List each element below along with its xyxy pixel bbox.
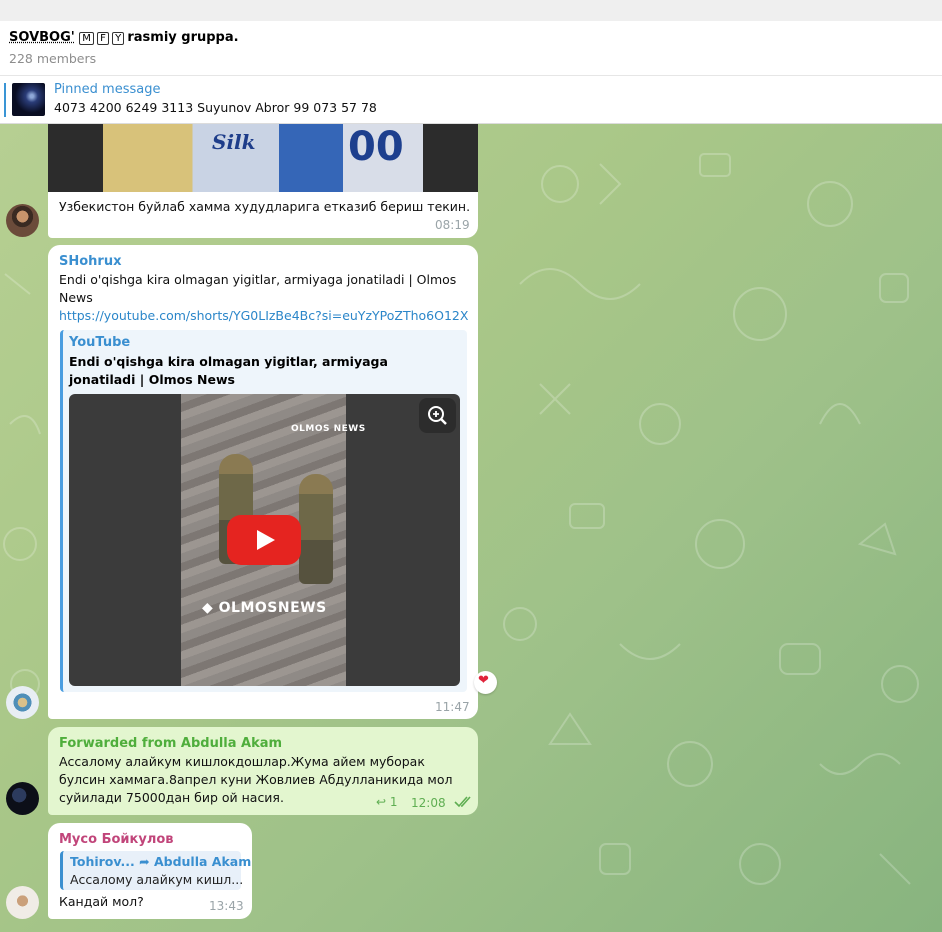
video-watermark: ◆ OLMOSNEWS xyxy=(202,600,327,616)
zoom-in-icon[interactable] xyxy=(419,398,456,433)
chat-header[interactable]: SOVBOG' M F Y rasmiy gruppa. 228 members xyxy=(0,21,942,76)
message-time: 08:19 xyxy=(435,218,470,232)
message-text: Endi o'qishga kira olmagan yigitlar, arm… xyxy=(59,272,457,305)
message-text: Ассалому алайкум кишлокдошлар.Жума айем … xyxy=(59,754,453,805)
reply-count[interactable]: ↩ 1 xyxy=(376,795,398,809)
message-time: 12:08 xyxy=(411,796,446,810)
pinned-text: 4073 4200 6249 3113 Suyunov Abror 99 073… xyxy=(54,100,377,115)
play-button[interactable] xyxy=(227,515,301,565)
message-time: 13:43 xyxy=(209,899,244,913)
message-time: 11:47 xyxy=(435,700,470,714)
video-watermark-small: OLMOS NEWS xyxy=(291,424,366,434)
diamond-icon: ◆ xyxy=(202,600,219,616)
video-figure xyxy=(299,474,333,584)
pinned-indicator xyxy=(4,83,6,117)
reply-header: Tohirov... ➦ Abdulla Akam xyxy=(70,854,252,869)
heart-reaction[interactable]: ❤ xyxy=(474,671,497,694)
reply-arrow-icon: ↩ xyxy=(376,795,387,809)
message-text: Кандай мол? xyxy=(59,894,144,909)
pinned-message-bar[interactable]: Pinned message 4073 4200 6249 3113 Suyun… xyxy=(0,76,942,124)
preview-title: Endi o'qishga kira olmagan yigitlar, arm… xyxy=(69,354,388,387)
forward-arrow-icon: ➦ xyxy=(139,854,150,869)
sender-avatar[interactable] xyxy=(6,782,39,815)
member-count: 228 members xyxy=(9,51,97,66)
photo-brand-label: Silk xyxy=(212,130,256,154)
preview-site: YouTube xyxy=(69,335,131,350)
pinned-thumbnail xyxy=(12,83,45,116)
double-check-icon xyxy=(454,795,474,813)
link-preview[interactable]: YouTube Endi o'qishga kira olmagan yigit… xyxy=(60,330,467,692)
photo-decor: 00 xyxy=(348,124,404,170)
chat-title-badges: M F Y xyxy=(79,32,127,45)
sender-avatar[interactable] xyxy=(6,686,39,719)
sender-name[interactable]: SHohrux xyxy=(59,254,121,269)
window-top-strip xyxy=(0,0,942,21)
message-link[interactable]: https://youtube.com/shorts/YG0LIzBe4Bc?s… xyxy=(59,307,468,325)
forwarded-header[interactable]: Forwarded from Abdulla Akam xyxy=(59,736,282,751)
chat-title[interactable]: SOVBOG' M F Y rasmiy gruppa. xyxy=(9,30,239,45)
chat-title-suffix: rasmiy gruppa. xyxy=(127,30,239,45)
sender-avatar[interactable] xyxy=(6,886,39,919)
sender-name[interactable]: Мусо Бойкулов xyxy=(59,832,174,847)
sender-avatar[interactable] xyxy=(6,204,39,237)
video-thumbnail[interactable]: OLMOS NEWS ◆ OLMOSNEWS xyxy=(69,394,460,686)
pinned-label: Pinned message xyxy=(54,82,161,97)
chat-title-name: SOVBOG' xyxy=(9,30,75,45)
message-text: Узбекистон буйлаб хамма худудларига етка… xyxy=(59,199,471,214)
message-photo[interactable]: Silk 00 xyxy=(48,124,478,192)
reply-text: Ассалому алайкум кишл... xyxy=(70,872,244,887)
reply-quote[interactable]: Tohirov... ➦ Abdulla Akam Ассалому алайк… xyxy=(60,851,251,890)
